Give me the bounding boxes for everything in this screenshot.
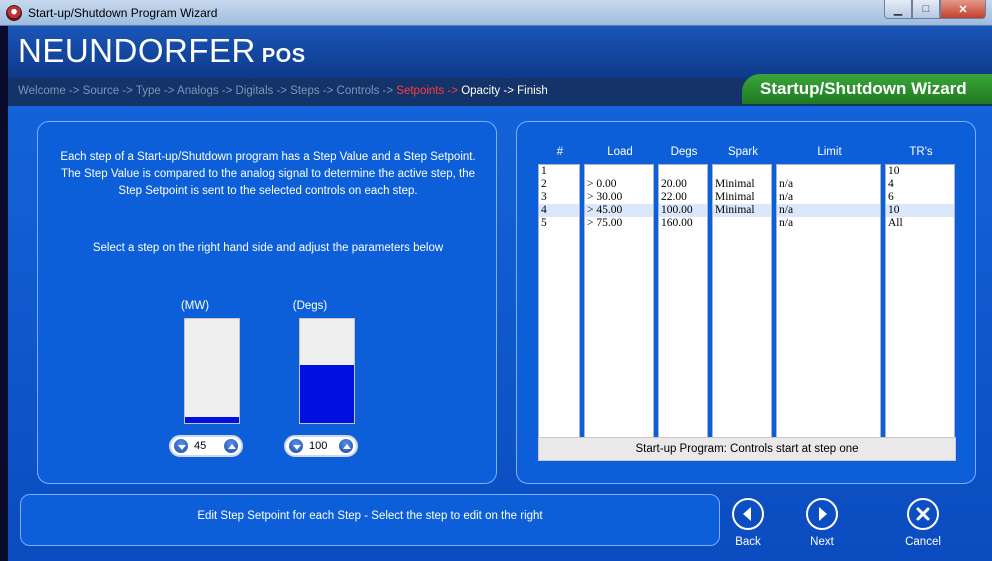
table-cell[interactable]: All (886, 217, 954, 230)
maximize-icon: □ (922, 3, 930, 15)
table-cell[interactable]: n/a (777, 217, 880, 230)
table-cell[interactable]: n/a (777, 191, 880, 204)
table-cell[interactable]: 5 (539, 217, 579, 230)
table-cell[interactable]: n/a (777, 178, 880, 191)
close-icon: ✕ (958, 3, 968, 16)
column-header: Spark (727, 146, 759, 158)
table-cell[interactable]: 160.00 (659, 217, 707, 230)
minimize-button[interactable]: ▁ (884, 0, 912, 19)
table-cell[interactable]: Minimal (713, 178, 771, 191)
mw-gauge[interactable] (184, 318, 240, 424)
chevron-down-icon (178, 445, 186, 450)
back-icon (732, 498, 764, 530)
brand-suffix: POS (261, 45, 306, 67)
instruction-text: Select a step on the right hand side and… (92, 242, 444, 254)
column-header: TR's (909, 146, 933, 158)
table-column: Minimal Minimal Minimal (712, 164, 772, 444)
table-column: 20.00 22.00 100.00 160.00 (658, 164, 708, 444)
table-cell[interactable]: 22.00 (659, 191, 707, 204)
steps-panel: # Load Degs Spark Limit TR's 1 2 3 4 5 > 0.00 > 30.… (516, 121, 976, 484)
mw-gauge-fill (185, 416, 239, 423)
chevron-up-icon (343, 444, 351, 449)
table-cell[interactable]: > 30.00 (585, 191, 653, 204)
table-cell[interactable]: 100.00 (659, 204, 707, 217)
table-cell[interactable]: 2 (539, 178, 579, 191)
breadcrumb-next-steps: Opacity -> Finish (461, 85, 548, 97)
instruction-message: Edit Step Setpoint for each Step - Selec… (20, 494, 720, 546)
mw-gauge-label: (MW) (180, 300, 210, 312)
table-cell[interactable]: 4 (539, 204, 579, 217)
title-bar[interactable]: Start-up/Shutdown Program Wizard ▁ □ ✕ (0, 0, 992, 26)
cancel-icon (907, 498, 939, 530)
mw-increment-button[interactable] (223, 438, 239, 454)
wizard-title-tab: Startup/Shutdown Wizard (742, 74, 992, 104)
chevron-up-icon (228, 444, 236, 449)
brand-bar: NEUNDORFER POS (8, 26, 992, 78)
table-cell[interactable] (659, 165, 707, 178)
brand-name: NEUNDORFER (18, 32, 256, 69)
table-cell[interactable] (585, 165, 653, 178)
degs-gauge-fill (300, 364, 354, 423)
breadcrumb: Welcome -> Source -> Type -> Analogs -> … (18, 85, 548, 97)
table-cell[interactable]: > 45.00 (585, 204, 653, 217)
maximize-button[interactable]: □ (912, 0, 940, 19)
minimize-icon: ▁ (893, 3, 903, 16)
program-status: Start-up Program: Controls start at step… (538, 437, 956, 461)
cancel-button[interactable]: Cancel (893, 498, 953, 548)
next-button[interactable]: Next (792, 498, 852, 548)
next-icon (806, 498, 838, 530)
chevron-down-icon (293, 445, 301, 450)
steps-table-header: # Load Degs Spark Limit TR's (539, 146, 957, 164)
degs-decrement-button[interactable] (288, 438, 304, 454)
column-header: # (556, 146, 564, 158)
steps-table: 1 2 3 4 5 > 0.00 > 30.00 > 45.00 > 75.00 20.00 22.… (538, 164, 958, 444)
column-header: Load (607, 146, 633, 158)
breadcrumb-done-steps: Welcome -> Source -> Type -> Analogs -> … (18, 85, 394, 97)
wizard-content: Each step of a Start-up/Shutdown program… (8, 106, 992, 561)
description-text: Each step of a Start-up/Shutdown program… (60, 151, 476, 197)
table-cell[interactable]: Minimal (713, 204, 771, 217)
brand-logo: NEUNDORFER POS (18, 32, 306, 70)
degs-stepper: 100 (284, 435, 358, 457)
window-title: Start-up/Shutdown Program Wizard (28, 6, 218, 20)
table-cell[interactable]: 10 (886, 204, 954, 217)
app-icon[interactable] (6, 5, 22, 21)
degs-gauge[interactable] (299, 318, 355, 424)
table-cell[interactable] (713, 165, 771, 178)
breadcrumb-current-step: Setpoints -> (393, 85, 462, 97)
degs-increment-button[interactable] (338, 438, 354, 454)
table-column: n/a n/a n/a n/a (776, 164, 881, 444)
next-label: Next (810, 536, 834, 548)
setpoint-editor-panel: Each step of a Start-up/Shutdown program… (37, 121, 497, 484)
table-column: > 0.00 > 30.00 > 45.00 > 75.00 (584, 164, 654, 444)
mw-decrement-button[interactable] (173, 438, 189, 454)
cancel-label: Cancel (905, 536, 941, 548)
wizard-window: NEUNDORFER POS Welcome -> Source -> Type … (8, 26, 992, 561)
table-cell[interactable]: > 0.00 (585, 178, 653, 191)
table-cell[interactable]: 20.00 (659, 178, 707, 191)
table-cell[interactable]: Minimal (713, 191, 771, 204)
table-cell[interactable] (713, 217, 771, 230)
table-cell[interactable]: 6 (886, 191, 954, 204)
table-cell[interactable]: > 75.00 (585, 217, 653, 230)
table-column: 12345 (538, 164, 580, 444)
back-button[interactable]: Back (718, 498, 778, 548)
table-cell[interactable]: 1 (539, 165, 579, 178)
close-window-button[interactable]: ✕ (940, 0, 986, 19)
table-cell[interactable]: 10 (886, 165, 954, 178)
table-cell[interactable]: 3 (539, 191, 579, 204)
mw-value: 45 (194, 440, 207, 452)
degs-value: 100 (309, 440, 328, 452)
column-header: Degs (670, 146, 698, 158)
back-label: Back (735, 536, 761, 548)
table-cell[interactable] (777, 165, 880, 178)
mw-stepper: 45 (169, 435, 243, 457)
table-column: 10 4 6 10 All (885, 164, 955, 444)
degs-gauge-label: (Degs) (292, 300, 328, 312)
column-header: Limit (817, 146, 842, 158)
table-cell[interactable]: 4 (886, 178, 954, 191)
table-cell[interactable]: n/a (777, 204, 880, 217)
